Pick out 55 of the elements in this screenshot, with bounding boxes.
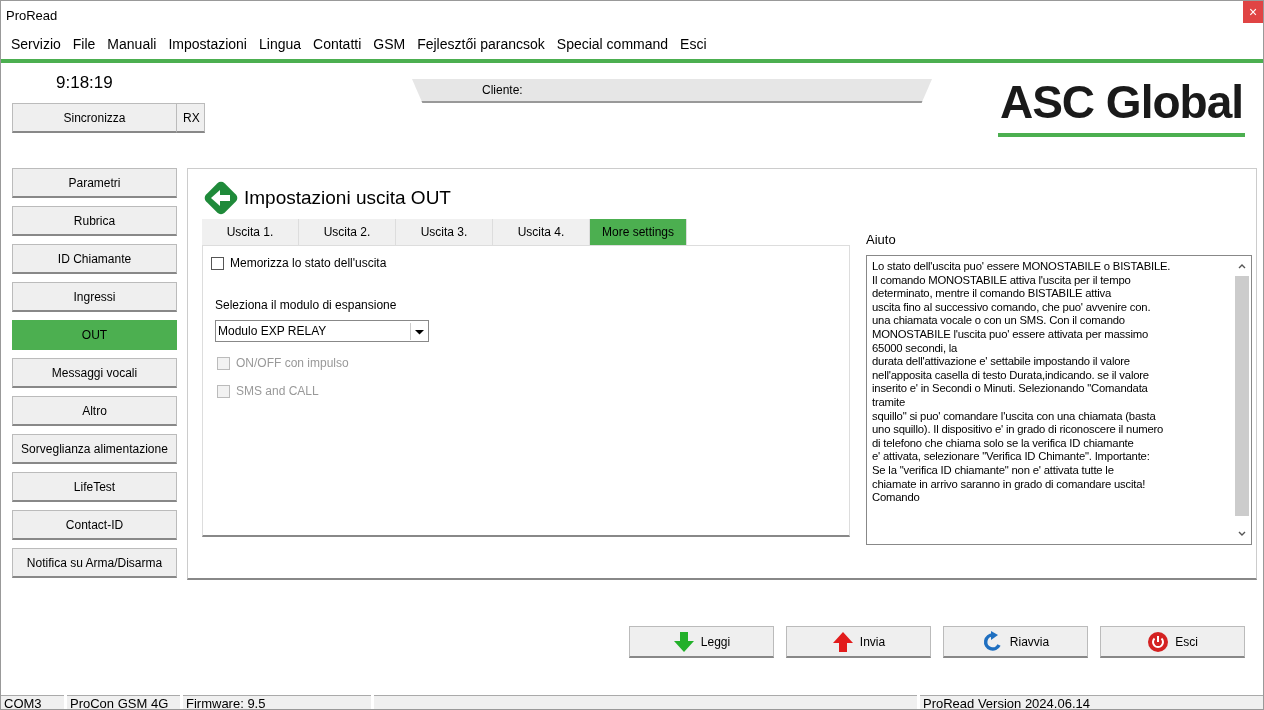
checkbox-label: SMS and CALL <box>236 384 319 398</box>
up-arrow-icon <box>831 630 854 653</box>
rx-button[interactable]: RX <box>177 103 205 133</box>
panel-title: Impostazioni uscita OUT <box>244 187 451 209</box>
sidebar-item[interactable]: ID Chiamante <box>12 244 177 274</box>
tab[interactable]: Uscita 3. <box>396 219 493 245</box>
clock: 9:18:19 <box>55 73 114 93</box>
menu-item[interactable]: Impostazioni <box>168 36 247 52</box>
module-dropdown[interactable]: Modulo EXP RELAY <box>215 320 429 342</box>
menu-item[interactable]: File <box>72 36 96 52</box>
sidebar-item[interactable]: Notifica su Arma/Disarma <box>12 548 177 578</box>
help-text: Lo stato dell'uscita puo' essere MONOSTABILE o BISTABILE. Il comando MONOSTABILE attiva l'uscita per il tempo determinato, mentre il comando BISTABILE attiva uscita fino al successivo comando, che puo' avvenire con. una chiamata vocale o con un SMS. Con il comando MONOSTABILE l'uscita puo' essere attivata per massimo 65000 secondi, la durata dell'attivazione e' settabile impostando il valore nell'apposita casella di testo Durata,indicando. se il valore inserito e' in Secondi o Minuti. Selezionando "Comandata tramite squillo" si puo' comandare l'uscita con una chiamata (basta uno squillo). Il dispositivo e' in grado di riconoscere il numero di telefono che chiama solo se la verifica ID chiamante e' attivata, selezionare "Verifica ID Chimante". Importante: Se la "verifica ID chiamante" non e' attivata tutte le chiamate in arrivo saranno in grado di comandare uscita! Comando <box>871 259 1172 506</box>
action-button[interactable]: Esci <box>1100 626 1245 658</box>
down-arrow-icon <box>672 630 695 653</box>
sidebar-item[interactable]: Ingressi <box>12 282 177 312</box>
menu-item[interactable]: Manuali <box>107 36 157 52</box>
scroll-up-icon[interactable] <box>1237 262 1247 270</box>
status-cell: Firmware: 9.5 <box>183 695 371 709</box>
action-button[interactable]: Invia <box>786 626 931 658</box>
status-cell: ProCon GSM 4G <box>67 695 180 709</box>
sidebar-item[interactable]: LifeTest <box>12 472 177 502</box>
sync-button[interactable]: Sincronizza <box>12 103 177 133</box>
sidebar-item[interactable]: Rubrica <box>12 206 177 236</box>
scroll-down-icon[interactable] <box>1237 530 1247 538</box>
client-label: Cliente: <box>482 83 523 97</box>
sidebar-item[interactable]: Sorveglianza alimentazione <box>12 434 177 464</box>
sidebar-item[interactable]: Parametri <box>12 168 177 198</box>
power-icon <box>1147 630 1170 653</box>
sidebar-item[interactable]: OUT <box>12 320 177 350</box>
checkbox[interactable] <box>211 256 224 270</box>
menu-item[interactable]: Special command <box>556 36 669 52</box>
sidebar-item[interactable]: Messaggi vocali <box>12 358 177 388</box>
status-cell: COM3 <box>1 695 64 709</box>
sidebar-item[interactable]: Altro <box>12 396 177 426</box>
checkbox-label: ON/OFF con impulso <box>236 356 349 370</box>
menu-item[interactable]: Lingua <box>259 36 302 52</box>
action-button[interactable]: Leggi <box>629 626 774 658</box>
module-label: Seleziona il modulo di espansione <box>215 298 397 312</box>
tab[interactable]: Uscita 1. <box>202 219 299 245</box>
tab[interactable]: Uscita 4. <box>493 219 590 245</box>
checkbox-label: Memorizza lo stato dell'uscita <box>230 256 387 270</box>
window-title: ProRead <box>6 7 58 23</box>
menu-item[interactable]: GSM <box>373 36 406 52</box>
menu-item[interactable]: Fejlesztői parancsok <box>417 36 545 52</box>
status-cell: ProRead Version 2024.06.14 <box>920 695 1263 709</box>
action-button[interactable]: Riavvia <box>943 626 1088 658</box>
sidebar-item[interactable]: Contact-ID <box>12 510 177 540</box>
menu-item[interactable]: Contatti <box>313 36 362 52</box>
tab[interactable]: Uscita 2. <box>299 219 396 245</box>
close-button[interactable]: × <box>1243 1 1263 23</box>
help-title: Aiuto <box>866 232 897 247</box>
logo-text: ASC Global <box>999 76 1243 128</box>
menu-item[interactable]: Esci <box>680 36 707 52</box>
menu-item[interactable]: Servizio <box>11 36 61 52</box>
tab[interactable]: More settings <box>590 219 687 245</box>
